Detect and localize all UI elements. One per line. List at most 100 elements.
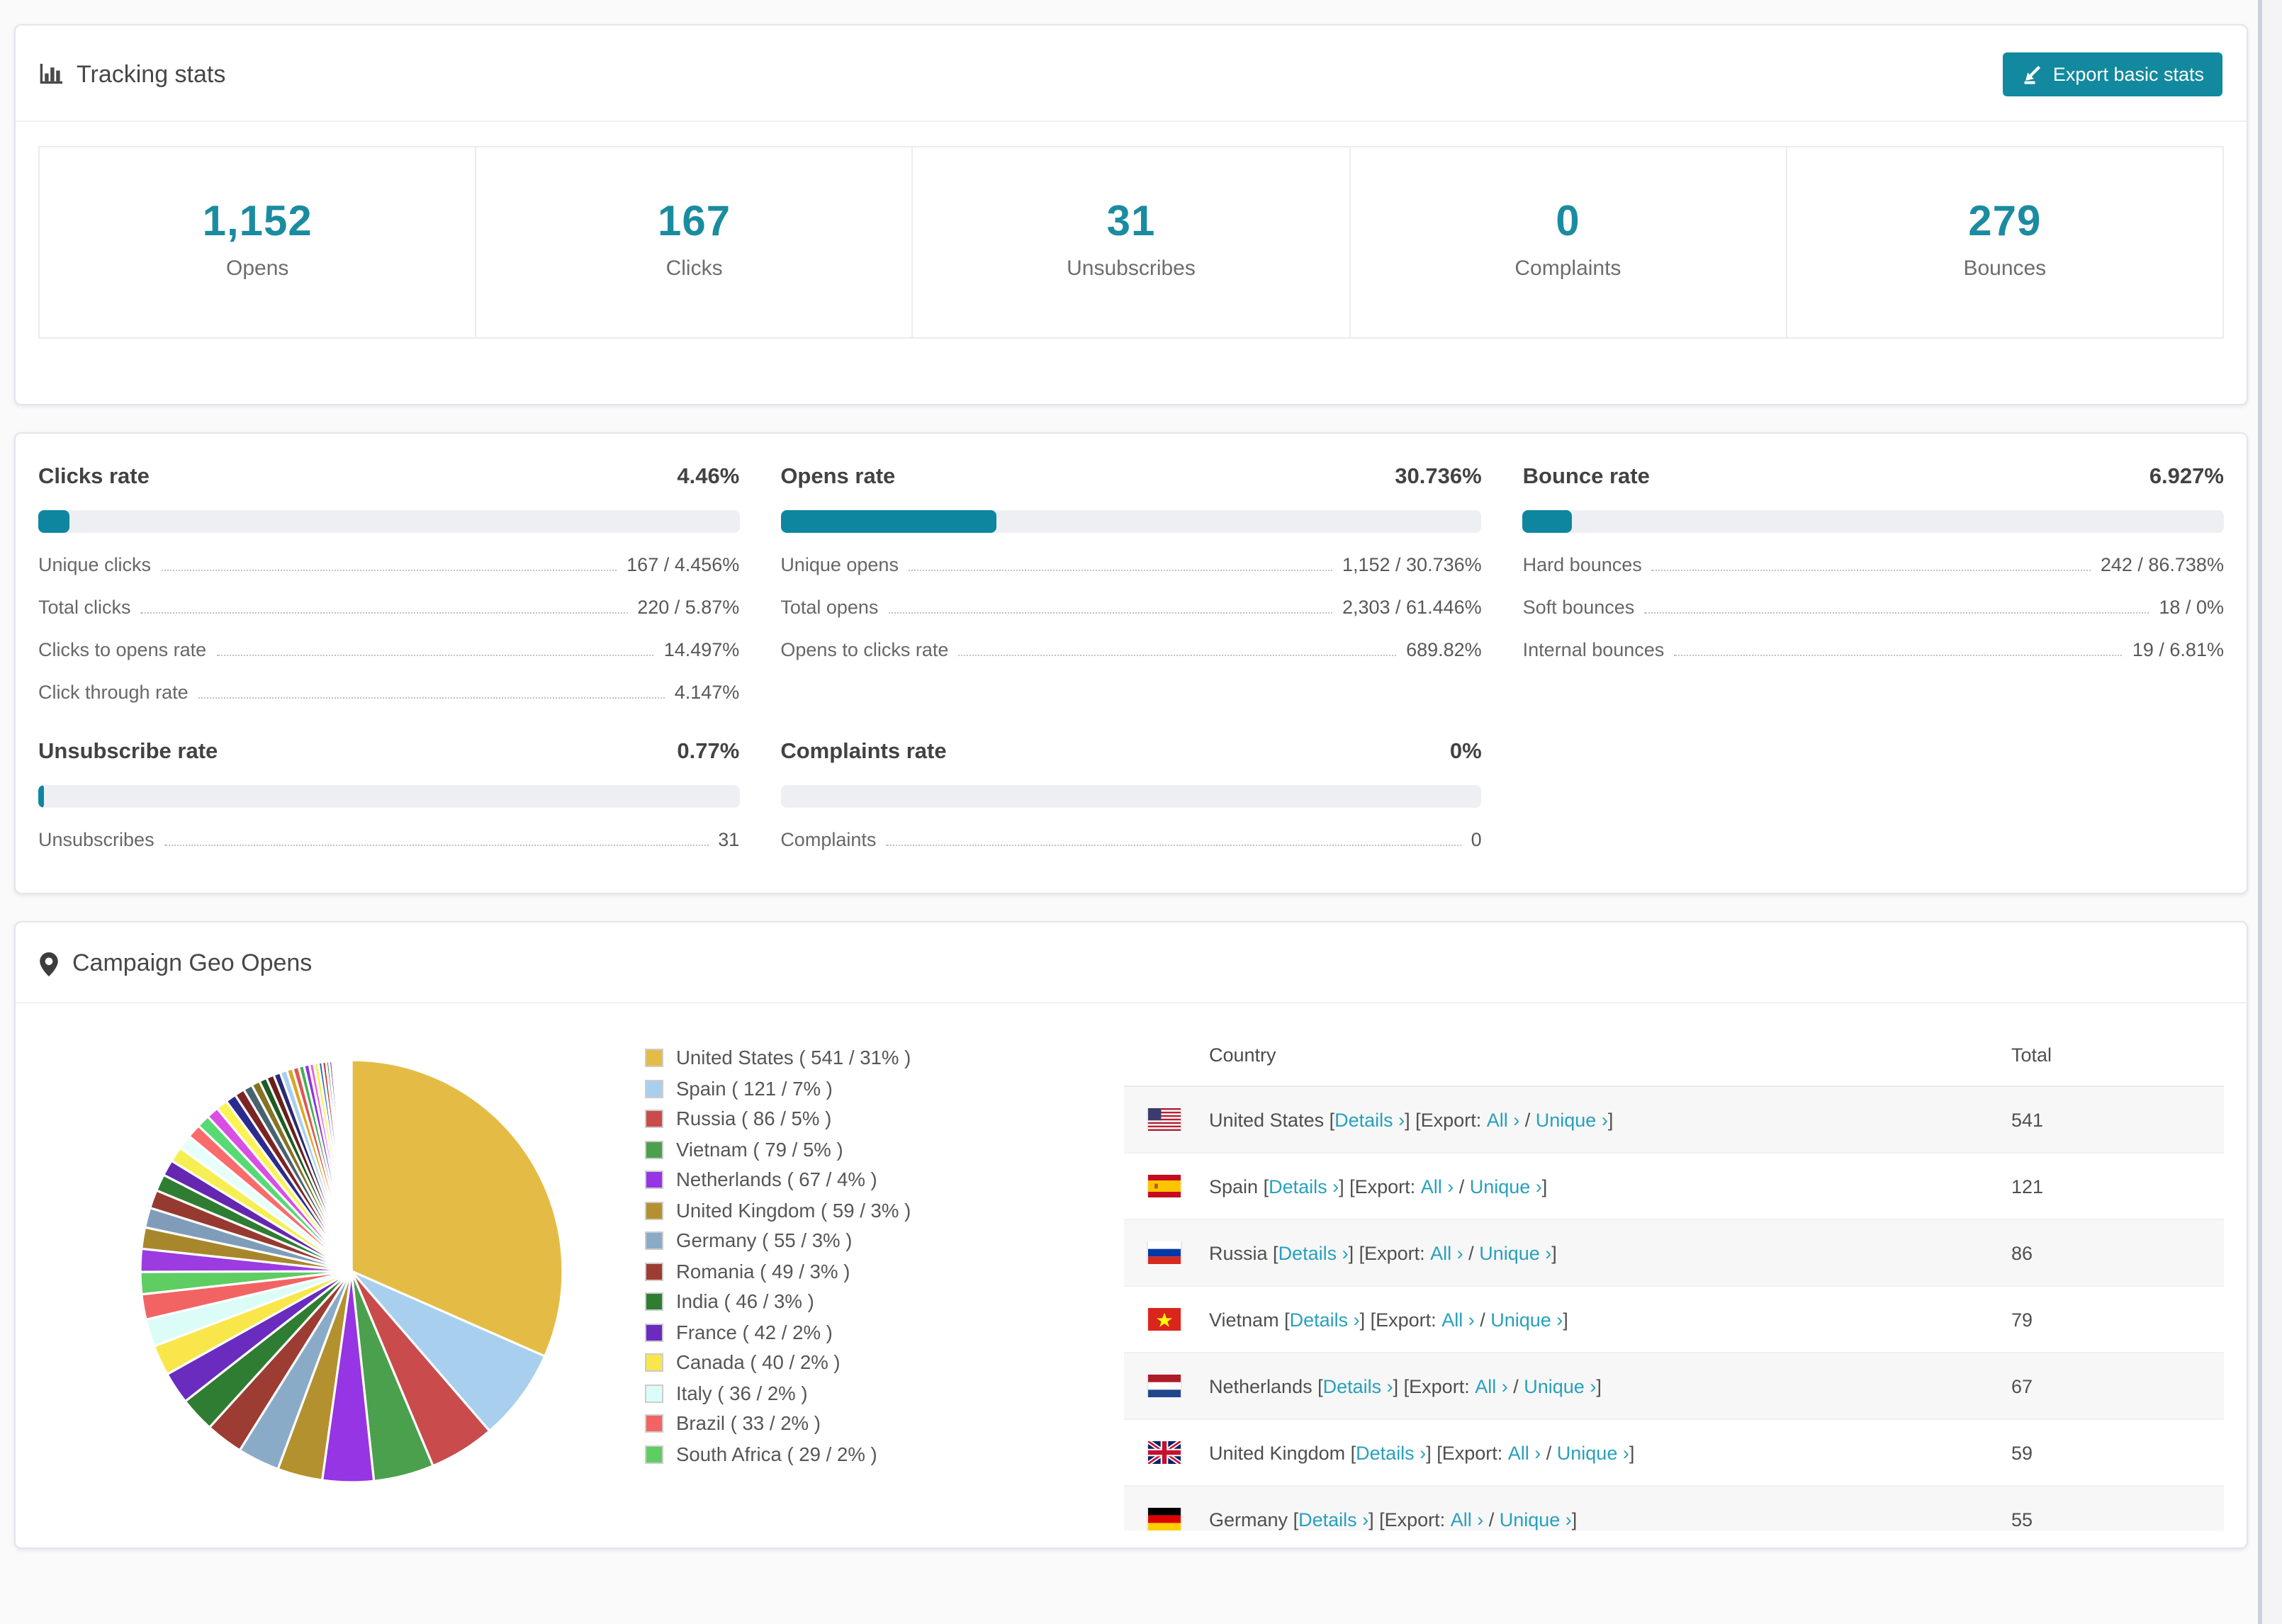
stat-row: Complaints 0 bbox=[780, 829, 1481, 850]
export-unique-link[interactable]: Unique › bbox=[1490, 1309, 1563, 1330]
progress-bar bbox=[1522, 510, 2224, 533]
rate-percent: 0% bbox=[1449, 740, 1482, 764]
export-unique-link[interactable]: Unique › bbox=[1524, 1375, 1596, 1397]
rate-title: Unsubscribe rate bbox=[38, 740, 218, 764]
country-name: United States bbox=[1209, 1109, 1325, 1130]
export-all-link[interactable]: All › bbox=[1451, 1509, 1484, 1530]
stat-row: Soft bounces 18 / 0% bbox=[1523, 597, 2224, 618]
total-cell: 59 bbox=[2011, 1442, 2033, 1463]
legend-item: United States ( 541 / 31% ) bbox=[645, 1043, 1070, 1073]
table-row: United States [Details ›] [Export: All ›… bbox=[1124, 1087, 2224, 1154]
rate-title: Clicks rate bbox=[38, 465, 150, 489]
rate-block: Clicks rate 4.46% Unique clicks 167 / 4.456… bbox=[38, 465, 740, 703]
stat-row-label: Complaints bbox=[780, 829, 877, 850]
stat-row-value: 689.82% bbox=[1406, 639, 1482, 660]
legend-label: United Kingdom ( 59 / 3% ) bbox=[676, 1200, 911, 1222]
rate-title: Bounce rate bbox=[1522, 465, 1650, 489]
legend-label: France ( 42 / 2% ) bbox=[676, 1321, 833, 1343]
country-name: Vietnam bbox=[1209, 1309, 1279, 1330]
stat-label: Bounces bbox=[1963, 256, 2047, 281]
legend-label: South Africa ( 29 / 2% ) bbox=[676, 1443, 877, 1465]
legend-label: Spain ( 121 / 7% ) bbox=[676, 1078, 833, 1100]
rate-block: Bounce rate 6.927% Hard bounces 242 / 86.73… bbox=[1522, 465, 2224, 703]
stat-row: Hard bounces 242 / 86.738% bbox=[1523, 554, 2224, 575]
export-all-link[interactable]: All › bbox=[1475, 1375, 1508, 1397]
rate-title: Complaints rate bbox=[780, 740, 947, 764]
stat-cell: 279 Bounces bbox=[1787, 147, 2222, 337]
dotted-leader bbox=[888, 612, 1332, 614]
export-all-link[interactable]: All › bbox=[1508, 1442, 1541, 1463]
legend-label: Canada ( 40 / 2% ) bbox=[676, 1352, 841, 1374]
export-all-link[interactable]: All › bbox=[1441, 1309, 1475, 1330]
stat-label: Clicks bbox=[665, 256, 723, 281]
country-cell: Spain [Details ›] [Export: All › / Uniqu… bbox=[1124, 1175, 2011, 1197]
stat-value: 279 bbox=[1968, 198, 2042, 245]
progress-bar bbox=[780, 785, 1482, 808]
stat-row-label: Opens to clicks rate bbox=[780, 639, 949, 660]
stat-row-label: Total clicks bbox=[38, 597, 131, 618]
legend-item: Vietnam ( 79 / 5% ) bbox=[645, 1134, 1070, 1165]
stat-label: Unsubscribes bbox=[1067, 256, 1196, 281]
export-unique-link[interactable]: Unique › bbox=[1479, 1242, 1551, 1263]
export-basic-stats-button[interactable]: Export basic stats bbox=[2003, 52, 2222, 96]
dotted-leader bbox=[908, 570, 1332, 571]
legend-swatch bbox=[645, 1110, 663, 1129]
details-link[interactable]: Details › bbox=[1356, 1442, 1426, 1463]
stat-row: Internal bounces 19 / 6.81% bbox=[1523, 639, 2224, 660]
nl-flag-icon bbox=[1148, 1375, 1181, 1397]
export-all-link[interactable]: All › bbox=[1487, 1109, 1520, 1130]
table-header-row: Country Total bbox=[1124, 1023, 2224, 1087]
stat-row-label: Total opens bbox=[780, 597, 879, 618]
legend-swatch bbox=[645, 1445, 663, 1464]
legend-swatch bbox=[645, 1292, 663, 1312]
stat-row: Clicks to opens rate 14.497% bbox=[38, 639, 739, 660]
export-unique-link[interactable]: Unique › bbox=[1470, 1175, 1542, 1197]
table-row: Netherlands [Details ›] [Export: All › /… bbox=[1124, 1353, 2224, 1420]
total-cell: 86 bbox=[2011, 1242, 2033, 1263]
legend-swatch bbox=[645, 1231, 663, 1251]
tracking-stats-card: Tracking stats Export basic stats 1,152 O… bbox=[14, 24, 2248, 405]
stat-cell: 31 Unsubscribes bbox=[914, 147, 1351, 337]
country-column-header: Country bbox=[1209, 1044, 1276, 1065]
rate-percent: 30.736% bbox=[1395, 465, 1482, 489]
stat-row: Unique clicks 167 / 4.456% bbox=[38, 554, 739, 575]
table-row: Russia [Details ›] [Export: All › / Uniq… bbox=[1124, 1220, 2224, 1287]
export-all-link[interactable]: All › bbox=[1430, 1242, 1463, 1263]
export-unique-link[interactable]: Unique › bbox=[1536, 1109, 1608, 1130]
rate-percent: 0.77% bbox=[677, 740, 740, 764]
bar-chart-icon bbox=[40, 64, 62, 85]
progress-bar bbox=[38, 785, 740, 808]
tracking-stats-header: Tracking stats Export basic stats bbox=[16, 26, 2247, 122]
location-pin-icon bbox=[40, 952, 58, 976]
details-link[interactable]: Details › bbox=[1290, 1309, 1360, 1330]
legend-item: Germany ( 55 / 3% ) bbox=[645, 1226, 1070, 1256]
export-all-link[interactable]: All › bbox=[1421, 1175, 1454, 1197]
gb-flag-icon bbox=[1148, 1441, 1181, 1464]
details-link[interactable]: Details › bbox=[1334, 1109, 1405, 1130]
stat-row-value: 1,152 / 30.736% bbox=[1342, 554, 1482, 575]
legend-item: South Africa ( 29 / 2% ) bbox=[645, 1439, 1070, 1470]
details-link[interactable]: Details › bbox=[1298, 1509, 1368, 1530]
progress-fill bbox=[1522, 510, 1572, 533]
stat-row-label: Internal bounces bbox=[1522, 639, 1665, 660]
stat-row: Opens to clicks rate 689.82% bbox=[780, 639, 1481, 660]
rates-grid: Clicks rate 4.46% Unique clicks 167 / 4.456… bbox=[16, 434, 2247, 893]
details-link[interactable]: Details › bbox=[1323, 1375, 1393, 1397]
stat-cell: 1,152 Opens bbox=[40, 147, 477, 337]
progress-fill bbox=[38, 785, 44, 808]
export-unique-link[interactable]: Unique › bbox=[1557, 1442, 1629, 1463]
legend-label: Germany ( 55 / 3% ) bbox=[676, 1230, 853, 1252]
stat-row-value: 4.147% bbox=[674, 682, 740, 703]
details-link[interactable]: Details › bbox=[1278, 1242, 1349, 1263]
dotted-leader bbox=[164, 845, 709, 846]
es-flag-icon bbox=[1148, 1175, 1181, 1197]
page-scrollbar[interactable] bbox=[2258, 0, 2282, 1624]
dotted-leader bbox=[886, 845, 1461, 846]
legend-label: Brazil ( 33 / 2% ) bbox=[676, 1413, 821, 1435]
progress-fill bbox=[38, 510, 70, 533]
details-link[interactable]: Details › bbox=[1269, 1175, 1339, 1197]
stat-value: 1,152 bbox=[202, 198, 313, 245]
table-body: United States [Details ›] [Export: All ›… bbox=[1124, 1087, 2224, 1530]
export-unique-link[interactable]: Unique › bbox=[1500, 1509, 1572, 1530]
dotted-leader bbox=[958, 655, 1397, 656]
